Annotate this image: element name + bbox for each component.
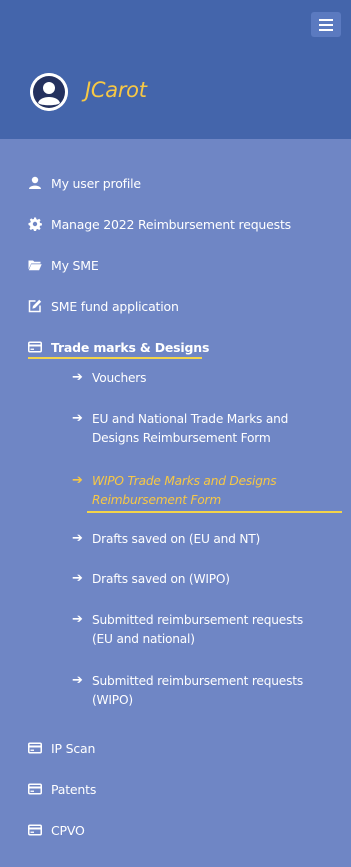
arrow-right-icon: ➔ [72,473,83,488]
sub-item-label: Vouchers [92,371,147,385]
user-icon [29,176,41,189]
sub-item-drafts-eu-nt[interactable]: ➔ Drafts saved on (EU and NT) [72,530,342,549]
nav-item-label: My user profile [51,175,141,191]
arrow-right-icon: ➔ [72,571,83,586]
sub-item-label-group: EU and National Trade Marks and Designs … [92,410,288,448]
avatar[interactable] [30,73,68,111]
card-icon [28,824,42,836]
nav-item-label: My SME [51,257,99,273]
active-indicator [28,357,202,359]
nav-item-sme-fund-application[interactable]: SME fund application [28,295,179,317]
hamburger-icon [319,19,333,21]
gear-icon [28,217,42,231]
sub-item-label: Designs Reimbursement Form [92,431,271,445]
sub-item-eu-national-form[interactable]: ➔ EU and National Trade Marks and Design… [72,410,342,448]
arrow-right-icon: ➔ [72,411,83,426]
arrow-right-icon: ➔ [72,673,83,688]
card-icon [28,341,42,353]
sub-item-label: Submitted reimbursement requests [92,613,303,627]
nav-item-label: Trade marks & Designs [51,339,210,355]
sub-item-label: Drafts saved on (EU and NT) [92,532,261,546]
nav-item-cpvo[interactable]: CPVO [28,819,85,841]
sub-item-drafts-wipo[interactable]: ➔ Drafts saved on (WIPO) [72,570,342,589]
arrow-right-icon: ➔ [72,370,83,385]
arrow-right-icon: ➔ [72,612,83,627]
sub-item-label-group: Submitted reimbursement requests (EU and… [92,611,303,649]
edit-icon [28,299,42,313]
hamburger-icon-bar [319,29,333,31]
sub-item-submitted-eu-national[interactable]: ➔ Submitted reimbursement requests (EU a… [72,611,342,649]
nav-item-label: Patents [51,781,97,797]
arrow-right-icon: ➔ [72,531,83,546]
nav-item-my-sme[interactable]: My SME [28,254,99,276]
user-circle-icon [30,73,68,111]
nav-item-manage-reimbursement[interactable]: Manage 2022 Reimbursement requests [28,213,291,235]
sub-item-label: WIPO Trade Marks and Designs [92,474,277,488]
sub-item-label: (WIPO) [92,693,133,707]
sub-item-label-group: Submitted reimbursement requests (WIPO) [92,672,303,710]
menu-toggle-button[interactable] [311,12,341,37]
sidebar-header: JCarot [0,0,351,139]
sub-item-vouchers[interactable]: ➔ Vouchers [72,369,342,388]
nav-item-trade-marks-designs[interactable]: Trade marks & Designs [28,336,209,358]
sub-item-label-group: WIPO Trade Marks and Designs Reimburseme… [92,472,277,510]
card-icon [28,783,42,795]
nav-item-label: SME fund application [51,298,179,314]
sub-item-submitted-wipo[interactable]: ➔ Submitted reimbursement requests (WIPO… [72,672,342,710]
sub-item-label: (EU and national) [92,632,195,646]
user-name[interactable]: JCarot [85,78,147,102]
hamburger-icon-bar [319,24,333,26]
nav-item-label: CPVO [51,822,85,838]
sidebar: JCarot My user profile Manage 2022 Reimb… [0,0,351,867]
nav-item-label: IP Scan [51,740,96,756]
current-page-indicator [87,511,342,513]
nav-item-patents[interactable]: Patents [28,778,96,800]
sub-item-label: Submitted reimbursement requests [92,674,303,688]
nav-item-ip-scan[interactable]: IP Scan [28,737,95,759]
sub-item-label: EU and National Trade Marks and [92,412,289,426]
nav-item-my-user-profile[interactable]: My user profile [28,172,141,194]
sub-item-label: Drafts saved on (WIPO) [92,572,230,586]
folder-open-icon [28,260,42,271]
card-icon [28,742,42,754]
sub-item-wipo-form[interactable]: ➔ WIPO Trade Marks and Designs Reimburse… [72,472,342,510]
nav-item-label: Manage 2022 Reimbursement requests [51,216,291,232]
sub-item-label: Reimbursement Form [92,493,222,507]
